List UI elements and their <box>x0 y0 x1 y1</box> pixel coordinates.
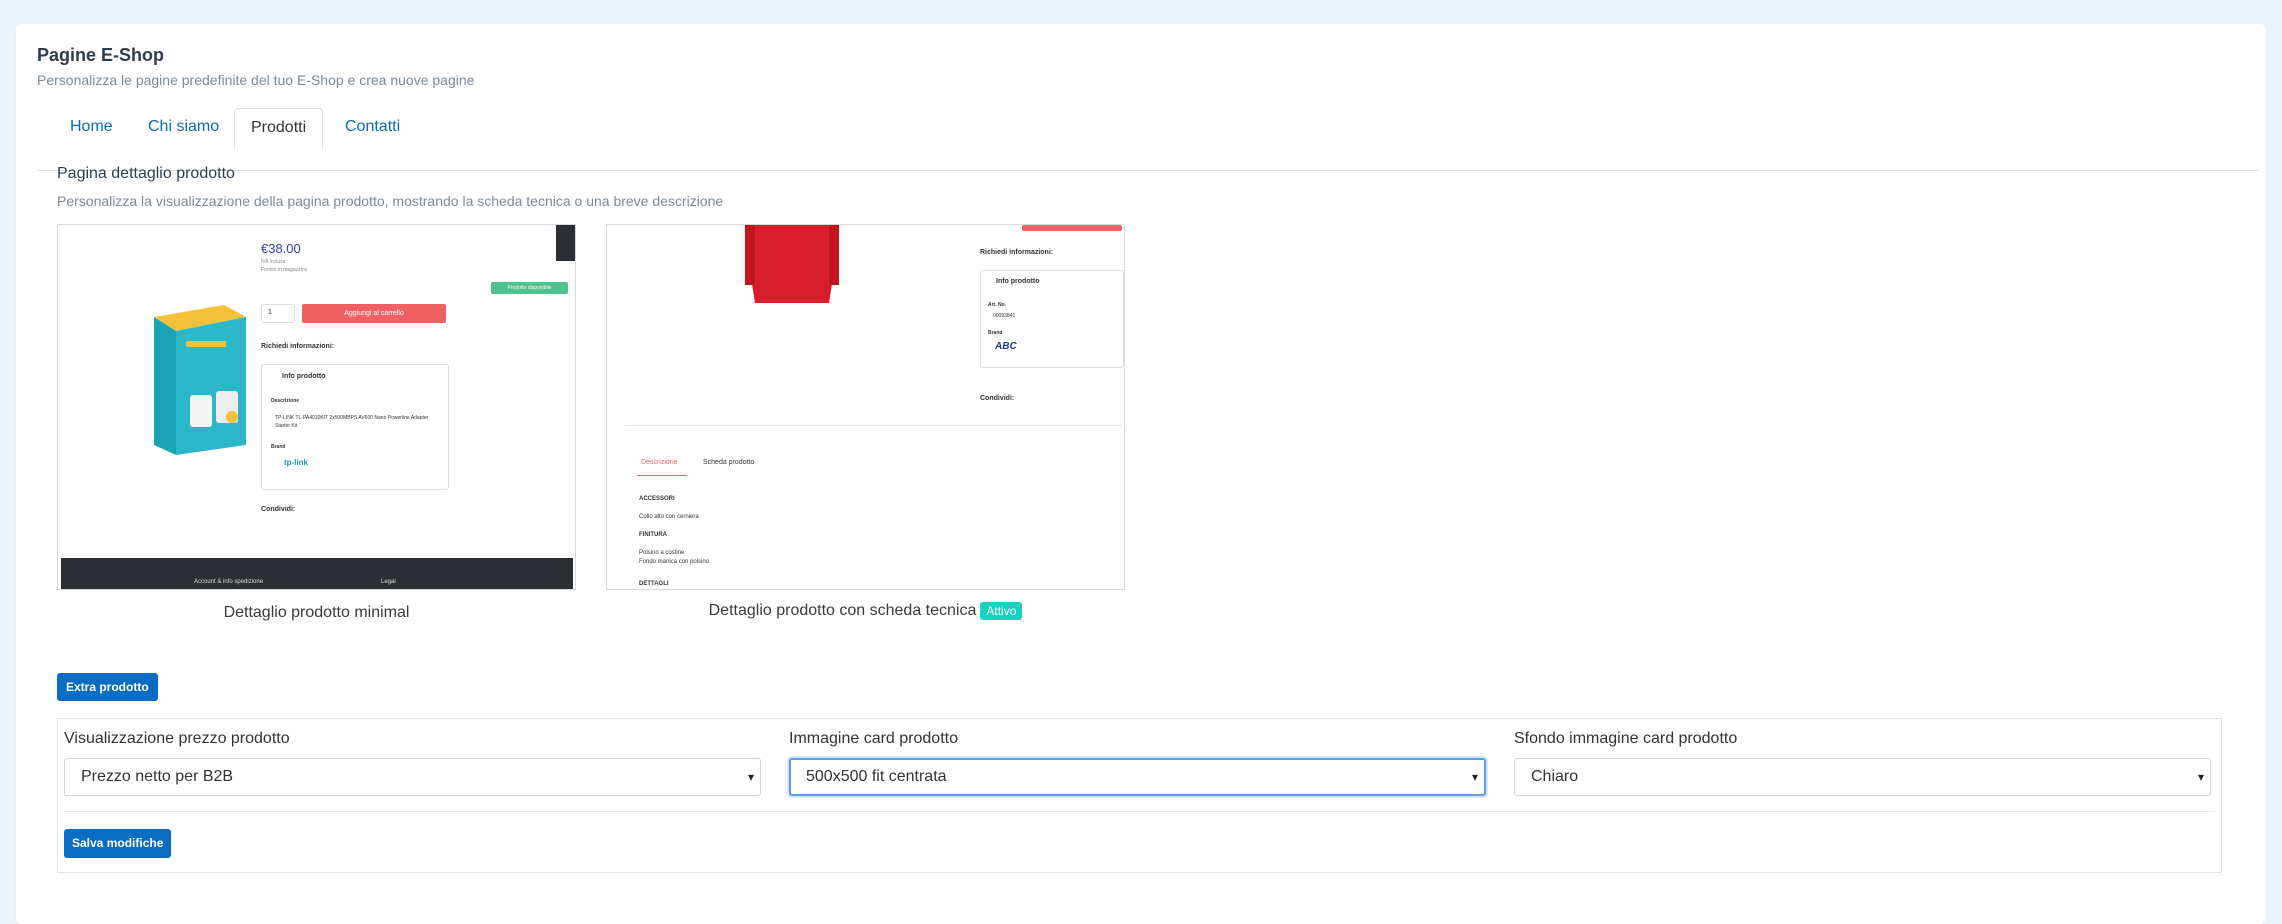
mini-vat: IVA inclusa <box>261 259 286 265</box>
chevron-down-icon: ▾ <box>2197 770 2204 784</box>
form-divider <box>64 811 2215 812</box>
extra-product-button[interactable]: Extra prodotto <box>57 673 158 701</box>
tab-home[interactable]: Home <box>54 108 129 148</box>
mini-brand: tp-link <box>284 458 308 467</box>
mini-footer-left: Account & info spedizione <box>194 579 264 585</box>
mini-request-info-2: Richiedi informazioni: <box>980 249 1054 256</box>
page-subtitle: Personalizza le pagine predefinite del t… <box>37 72 475 88</box>
mini-divider <box>625 425 1122 426</box>
preview-tech-sheet-label: Dettaglio prodotto con scheda tecnica <box>708 602 977 620</box>
mini-tab-sheet: Scheda prodotto <box>703 459 755 466</box>
mini-t2a: Polsino a costine <box>639 550 685 556</box>
preview-tech-sheet[interactable]: Richiedi informazioni: Info prodotto Art… <box>606 224 1125 590</box>
price-display-select[interactable]: Prezzo netto per B2B ▾ <box>64 758 761 796</box>
chevron-down-icon: ▾ <box>1471 770 1478 784</box>
mini-brand-2: ABC <box>995 341 1017 352</box>
mini-share-2: Condividi: <box>980 395 1015 402</box>
mini-info-title-2: Info prodotto <box>996 278 1040 285</box>
section-subtitle: Personalizza la visualizzazione della pa… <box>57 193 724 209</box>
card-image-select[interactable]: 500x500 fit centrata ▾ <box>789 758 1486 796</box>
mini-footer-right: Legal <box>381 579 396 585</box>
tab-chi-siamo[interactable]: Chi siamo <box>132 108 235 148</box>
product-settings-form: Visualizzazione prezzo prodotto Prezzo n… <box>57 718 2222 873</box>
mini-footer: Account & info spedizione Legal <box>61 558 573 589</box>
eshop-pages-card: Pagine E-Shop Personalizza le pagine pre… <box>16 24 2266 924</box>
mini-brand-label-2: Brand <box>988 330 1003 336</box>
tab-bar: Home Chi siamo Prodotti Contatti <box>37 104 2258 171</box>
preview-minimal[interactable]: €38.00 IVA inclusa Fornito in magazzino … <box>57 224 576 590</box>
mini-brand-label: Brand <box>271 444 286 450</box>
preview-tech-sheet-caption: Dettaglio prodotto con scheda tecnica Att… <box>606 602 1125 620</box>
mini-h3: DETTAGLI <box>639 581 669 587</box>
mini-info-title: Info prodotto <box>282 373 326 380</box>
card-bg-label: Sfondo immagine card prodotto <box>1514 730 1738 747</box>
preview-minimal-caption: Dettaglio prodotto minimal <box>223 604 410 621</box>
preview-dark-bar <box>556 225 575 261</box>
price-display-label: Visualizzazione prezzo prodotto <box>64 730 290 747</box>
mini-desc-text: TP-LINK TL-PA4010KIT 2x500MBPS AV600 Nan… <box>275 415 429 429</box>
mini-t2b: Fondo manica con polsino <box>639 559 710 565</box>
card-bg-value: Chiaro <box>1531 768 1579 785</box>
save-button[interactable]: Salva modifiche <box>64 829 172 858</box>
mini-qty: 1 <box>268 309 272 316</box>
tab-prodotti[interactable]: Prodotti <box>234 108 324 150</box>
price-display-value: Prezzo netto per B2B <box>81 768 234 785</box>
tab-contatti[interactable]: Contatti <box>329 108 416 148</box>
card-bg-select[interactable]: Chiaro ▾ <box>1514 758 2211 796</box>
sweater-image <box>745 225 839 303</box>
product-box-image <box>154 305 246 455</box>
mini-request-info: Richiedi informazioni: <box>261 343 335 350</box>
mini-desc-label: Descrizione <box>271 398 300 404</box>
mini-art-label: Art. No. <box>988 302 1007 308</box>
mini-h1: ACCESSORI <box>639 496 675 502</box>
mini-art-value: 00093841 <box>993 313 1016 319</box>
active-badge: Attivo <box>980 602 1023 620</box>
mini-tab-underline <box>637 475 687 476</box>
card-image-label: Immagine card prodotto <box>789 730 958 747</box>
mini-info-box-2: Info prodotto Art. No. 00093841 Brand AB… <box>980 270 1124 368</box>
mini-add-to-cart: Aggiungi al carrello <box>302 304 446 323</box>
mini-info-box: Info prodotto Descrizione TP-LINK TL-PA4… <box>261 364 449 490</box>
page-title: Pagine E-Shop <box>37 45 165 65</box>
card-image-value: 500x500 fit centrata <box>806 768 947 785</box>
mini-tab-desc: Descrizione <box>641 459 678 466</box>
mini-h2: FINITURA <box>639 532 667 538</box>
mini-qty-box: 1 <box>261 304 295 323</box>
mini-red-bar <box>1022 225 1122 231</box>
chevron-down-icon: ▾ <box>747 770 754 784</box>
mini-stock: Fornito in magazzino <box>261 267 308 273</box>
mini-price: €38.00 <box>261 241 301 256</box>
section-title: Pagina dettaglio prodotto <box>57 165 235 182</box>
mini-share: Condividi: <box>261 506 296 513</box>
mini-t1: Collo alto con cerniera <box>639 514 699 520</box>
mini-available-badge: Prodotto disponibile <box>491 282 568 294</box>
